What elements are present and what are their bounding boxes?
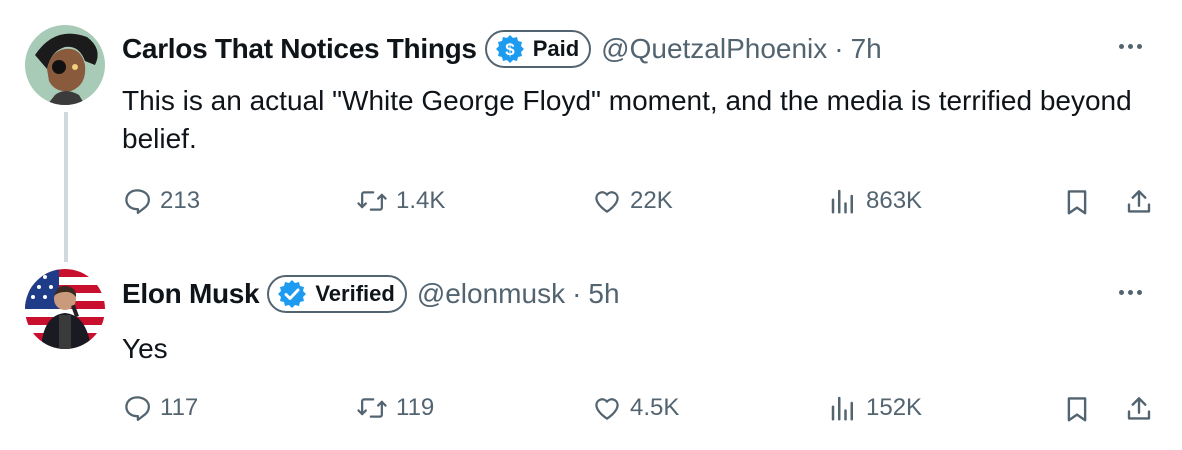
repost-button[interactable]: 1.4K — [356, 186, 445, 216]
repost-icon — [356, 186, 388, 216]
reply-icon — [122, 393, 152, 423]
views-button[interactable]: 152K — [828, 393, 922, 423]
bookmark-icon — [1062, 393, 1092, 425]
share-icon — [1124, 393, 1154, 425]
dollar-icon: $ — [495, 34, 525, 64]
separator-dot: · — [834, 33, 844, 64]
views-count: 863K — [866, 187, 923, 214]
post-header: Carlos That Notices Things $ Paid @Quetz… — [122, 27, 882, 71]
repost-icon — [356, 393, 388, 423]
reply-count: 213 — [160, 187, 201, 214]
bookmark-button[interactable] — [1062, 186, 1092, 218]
badge-label: Paid — [532, 36, 580, 61]
views-button[interactable]: 863K — [828, 186, 922, 216]
post-quetzalphoenix[interactable]: Carlos That Notices Things $ Paid @Quetz… — [0, 0, 1182, 250]
author-name[interactable]: Carlos That Notices Things — [122, 33, 477, 65]
svg-text:$: $ — [505, 40, 515, 59]
like-count: 22K — [630, 187, 673, 214]
reply-count: 117 — [160, 394, 199, 421]
avatar[interactable] — [25, 25, 105, 105]
post-time[interactable]: 7h — [851, 33, 882, 65]
reply-button[interactable]: 213 — [122, 186, 200, 216]
avatar[interactable] — [25, 269, 105, 349]
post-text: Yes — [122, 333, 168, 364]
analytics-icon — [828, 393, 858, 423]
author-handle[interactable]: @elonmusk — [417, 278, 565, 310]
author-handle[interactable]: @QuetzalPhoenix — [601, 33, 827, 65]
verified-check-icon — [277, 279, 307, 309]
reply-icon — [122, 186, 152, 216]
share-button[interactable] — [1124, 393, 1154, 425]
share-button[interactable] — [1124, 186, 1154, 218]
paid-badge[interactable]: $ Paid — [484, 30, 592, 68]
heart-icon — [592, 393, 622, 423]
repost-count: 1.4K — [396, 187, 446, 214]
verified-badge[interactable]: Verified — [267, 275, 407, 313]
bookmark-button[interactable] — [1062, 393, 1092, 425]
bookmark-icon — [1062, 186, 1092, 218]
post-header: Elon Musk Verified @elonmusk · 5h — [122, 272, 620, 316]
author-name[interactable]: Elon Musk — [122, 278, 260, 310]
more-options-icon[interactable] — [1119, 290, 1142, 295]
reply-button[interactable]: 117 — [122, 393, 198, 423]
post-time[interactable]: 5h — [588, 278, 619, 310]
like-count: 4.5K — [630, 394, 680, 421]
heart-icon — [592, 186, 622, 216]
post-text: This is an actual "White George Floyd" m… — [122, 85, 1132, 154]
badge-label: Verified — [315, 281, 395, 306]
share-icon — [1124, 186, 1154, 218]
post-elonmusk[interactable]: Elon Musk Verified @elonmusk · 5h Yes 11… — [0, 252, 1182, 450]
separator-dot: · — [572, 278, 582, 309]
post-actions: 117 119 4.5K 152K — [122, 393, 1154, 429]
repost-button[interactable]: 119 — [356, 393, 434, 423]
analytics-icon — [828, 186, 858, 216]
more-options-icon[interactable] — [1119, 44, 1142, 49]
views-count: 152K — [866, 394, 923, 421]
like-button[interactable]: 4.5K — [592, 393, 679, 423]
repost-count: 119 — [396, 394, 435, 421]
like-button[interactable]: 22K — [592, 186, 673, 216]
post-actions: 213 1.4K 22K 863K — [122, 186, 1154, 222]
